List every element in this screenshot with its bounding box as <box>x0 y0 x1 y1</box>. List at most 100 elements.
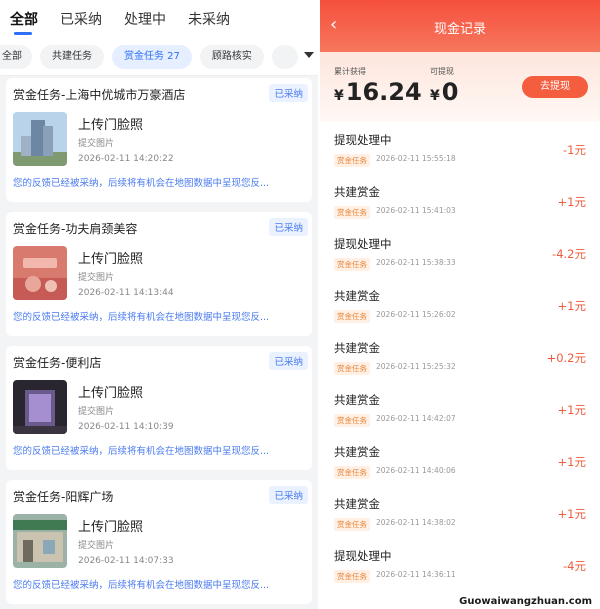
record-tag: 赏金任务 <box>334 258 370 271</box>
feedback-text: 您的反馈已经被采纳，后续将有机会在地图数据中呈现您反... <box>13 312 270 323</box>
filter-co-build-task[interactable]: 共建任务 <box>40 44 104 69</box>
earned-amount: ¥16.24 <box>334 78 422 106</box>
task-type: 提交图片 <box>78 139 115 149</box>
record-title: 共建赏金 <box>334 289 380 303</box>
record-amount: -1元 <box>563 143 586 157</box>
task-card[interactable]: 赏金任务-上海中优城市万豪酒店 已采纳 上传门脸照 提交图片 2026-02-1… <box>6 78 312 202</box>
withdrawable-amount: ¥0 <box>430 78 458 106</box>
record-time: 2026-02-11 14:42:07 <box>376 414 456 423</box>
feedback-text: 您的反馈已经被采纳，后续将有机会在地图数据中呈现您反... <box>13 446 270 457</box>
record-row[interactable]: 提现处理中 赏金任务 2026-02-11 14:36:11 -4元 <box>320 542 600 594</box>
record-title: 共建赏金 <box>334 445 380 459</box>
record-row[interactable]: 共建赏金 赏金任务 2026-02-11 14:40:06 +1元 <box>320 438 600 490</box>
task-title: 赏金任务-上海中优城市万豪酒店 <box>13 88 186 102</box>
status-tabs: 全部 已采纳 处理中 未采纳 <box>0 0 318 38</box>
record-amount: +1元 <box>557 195 586 209</box>
task-time: 2026-02-11 14:20:22 <box>78 154 174 164</box>
withdrawable-value: 0 <box>441 78 459 106</box>
feedback-text: 您的反馈已经被采纳，后续将有机会在地图数据中呈现您反... <box>13 580 270 591</box>
status-badge: 已采纳 <box>269 352 308 370</box>
chevron-down-icon[interactable] <box>304 52 314 58</box>
task-type: 提交图片 <box>78 407 115 417</box>
status-badge: 已采纳 <box>269 218 308 236</box>
tab-all[interactable]: 全部 <box>10 9 38 29</box>
task-title: 赏金任务-功夫肩颈美容 <box>13 222 138 236</box>
record-amount: +0.2元 <box>546 351 586 365</box>
convenience-store-image <box>13 380 67 434</box>
record-amount: +1元 <box>557 299 586 313</box>
record-tag: 赏金任务 <box>334 362 370 375</box>
active-tab-indicator <box>14 32 32 35</box>
record-time: 2026-02-11 14:38:02 <box>376 518 456 527</box>
category-filters: 全部 共建任务 赏金任务 27 顾路核实 <box>0 38 318 76</box>
record-row[interactable]: 提现处理中 赏金任务 2026-02-11 15:55:18 -1元 <box>320 126 600 178</box>
record-row[interactable]: 共建赏金 赏金任务 2026-02-11 15:41:03 +1元 <box>320 178 600 230</box>
cash-record-header: ‹ 现金记录 <box>320 0 600 52</box>
record-time: 2026-02-11 15:38:33 <box>376 258 456 267</box>
record-tag: 赏金任务 <box>334 570 370 583</box>
record-tag: 赏金任务 <box>334 206 370 219</box>
task-time: 2026-02-11 14:13:44 <box>78 288 174 298</box>
task-time: 2026-02-11 14:10:39 <box>78 422 174 432</box>
task-card[interactable]: 赏金任务-阳辉广场 已采纳 上传门脸照 提交图片 2026-02-11 14:0… <box>6 480 312 604</box>
currency-symbol: ¥ <box>430 88 440 104</box>
record-title: 共建赏金 <box>334 341 380 355</box>
record-time: 2026-02-11 15:26:02 <box>376 310 456 319</box>
filter-more[interactable] <box>271 44 298 69</box>
record-row[interactable]: 共建赏金 赏金任务 2026-02-11 15:26:02 +1元 <box>320 282 600 334</box>
page-title: 现金记录 <box>433 22 486 37</box>
task-name: 上传门脸照 <box>78 252 144 267</box>
record-title: 提现处理中 <box>334 133 392 147</box>
record-tag: 赏金任务 <box>334 414 370 427</box>
task-card[interactable]: 赏金任务-功夫肩颈美容 已采纳 上传门脸照 提交图片 2026-02-11 14… <box>6 212 312 336</box>
record-row[interactable]: 共建赏金 赏金任务 2026-02-11 15:25:32 +0.2元 <box>320 334 600 386</box>
withdraw-button[interactable]: 去提现 <box>522 76 588 98</box>
filter-bounty-task[interactable]: 赏金任务 27 <box>112 44 192 69</box>
task-title: 赏金任务-便利店 <box>13 356 102 370</box>
record-amount: +1元 <box>557 455 586 469</box>
record-time: 2026-02-11 15:41:03 <box>376 206 456 215</box>
watermark: Guowaiwangzhuan.com <box>459 596 592 607</box>
plaza-image <box>13 514 67 568</box>
tab-not-adopted[interactable]: 未采纳 <box>188 9 230 29</box>
task-name: 上传门脸照 <box>78 118 144 133</box>
record-title: 提现处理中 <box>334 237 392 251</box>
earned-value: 16.24 <box>345 78 422 106</box>
beauty-shop-image <box>13 246 67 300</box>
withdrawable-label: 可提现 <box>430 67 454 76</box>
status-badge: 已采纳 <box>269 84 308 102</box>
task-card[interactable]: 赏金任务-便利店 已采纳 上传门脸照 提交图片 2026-02-11 14:10… <box>6 346 312 470</box>
currency-symbol: ¥ <box>334 88 344 104</box>
balance-summary: 累计获得 ¥16.24 可提现 ¥0 去提现 <box>320 52 600 122</box>
record-title: 共建赏金 <box>334 185 380 199</box>
task-name: 上传门脸照 <box>78 386 144 401</box>
task-time: 2026-02-11 14:07:33 <box>78 556 174 566</box>
record-tag: 赏金任务 <box>334 518 370 531</box>
task-title: 赏金任务-阳辉广场 <box>13 490 114 504</box>
record-time: 2026-02-11 15:55:18 <box>376 154 456 163</box>
task-list-panel: 全部 已采纳 处理中 未采纳 全部 共建任务 赏金任务 27 顾路核实 赏金任务… <box>0 0 318 609</box>
cash-record-panel: ‹ 现金记录 累计获得 ¥16.24 可提现 ¥0 去提现 提现处理中 赏金任务… <box>320 0 600 609</box>
record-row[interactable]: 共建赏金 赏金任务 2026-02-11 14:38:02 +1元 <box>320 490 600 542</box>
record-time: 2026-02-11 15:25:32 <box>376 362 456 371</box>
earned-label: 累计获得 <box>334 67 366 76</box>
record-title: 共建赏金 <box>334 497 380 511</box>
feedback-text: 您的反馈已经被采纳，后续将有机会在地图数据中呈现您反... <box>13 178 270 189</box>
record-tag: 赏金任务 <box>334 466 370 479</box>
status-badge: 已采纳 <box>269 486 308 504</box>
record-amount: -4元 <box>563 559 586 573</box>
record-row[interactable]: 共建赏金 赏金任务 2026-02-11 14:42:07 +1元 <box>320 386 600 438</box>
record-title: 共建赏金 <box>334 393 380 407</box>
task-name: 上传门脸照 <box>78 520 144 535</box>
record-time: 2026-02-11 14:40:06 <box>376 466 456 475</box>
tab-adopted[interactable]: 已采纳 <box>60 9 102 29</box>
record-amount: -4.2元 <box>552 247 586 261</box>
tab-processing[interactable]: 处理中 <box>124 9 166 29</box>
record-tag: 赏金任务 <box>334 154 370 167</box>
task-type: 提交图片 <box>78 541 115 551</box>
filter-all[interactable]: 全部 <box>0 44 32 69</box>
filter-road-verify[interactable]: 顾路核实 <box>199 44 264 69</box>
record-title: 提现处理中 <box>334 549 392 563</box>
record-time: 2026-02-11 14:36:11 <box>376 570 456 579</box>
record-row[interactable]: 提现处理中 赏金任务 2026-02-11 15:38:33 -4.2元 <box>320 230 600 282</box>
